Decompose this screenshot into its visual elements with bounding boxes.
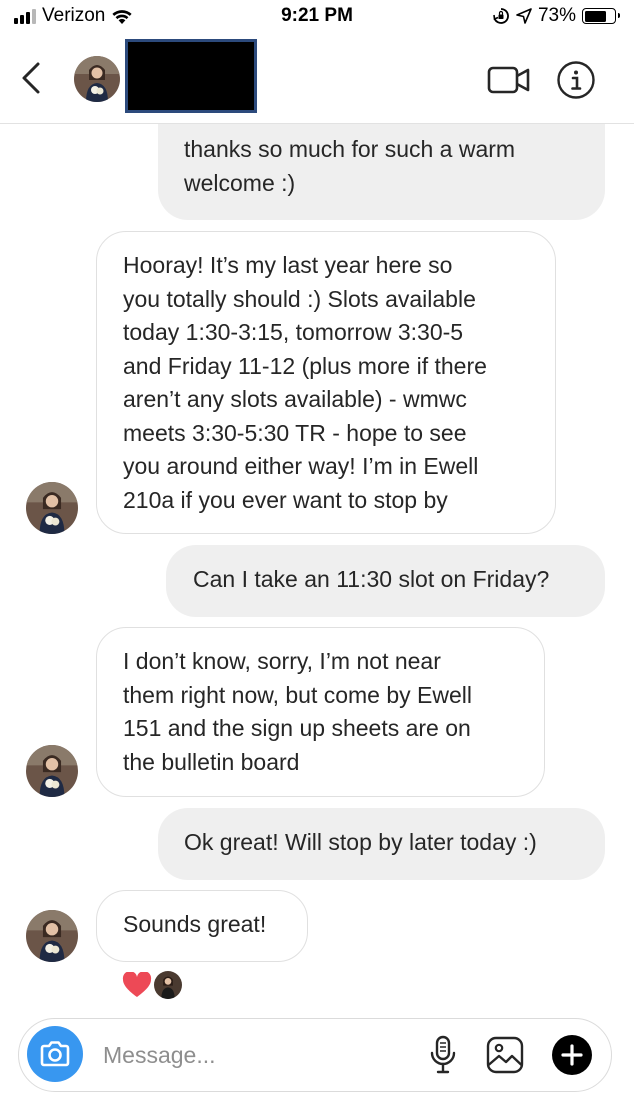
incoming-message-bubble[interactable]: I don’t know, sorry, I’m not near them r… <box>96 627 545 797</box>
location-arrow-icon <box>516 8 532 24</box>
outgoing-message-bubble[interactable]: thanks so much for such a warm welcome :… <box>158 124 605 220</box>
message-text: Hooray! It’s my last year here so you to… <box>123 252 487 513</box>
sender-avatar[interactable] <box>26 745 78 797</box>
message-text: thanks so much for such a warm welcome :… <box>184 136 516 196</box>
plus-circle-icon[interactable] <box>551 1034 593 1076</box>
incoming-message-bubble[interactable]: Hooray! It’s my last year here so you to… <box>96 231 556 534</box>
message-text: I don’t know, sorry, I’m not near them r… <box>123 648 472 775</box>
outgoing-message-bubble[interactable]: Ok great! Will stop by later today :) <box>158 808 605 880</box>
incoming-message-bubble[interactable]: Sounds great! <box>96 890 308 962</box>
heart-icon <box>122 972 152 997</box>
message-thread[interactable]: thanks so much for such a warm welcome :… <box>0 124 634 1014</box>
status-bar: Verizon 9:21 PM 73% <box>0 0 634 34</box>
back-button[interactable] <box>18 60 48 96</box>
camera-icon <box>40 1041 70 1067</box>
sender-avatar[interactable] <box>26 482 78 534</box>
microphone-icon[interactable] <box>429 1035 457 1075</box>
battery-percent: 73% <box>537 5 576 26</box>
outgoing-message-bubble[interactable]: Can I take an 11:30 slot on Friday? <box>166 545 605 617</box>
info-icon[interactable] <box>556 60 596 100</box>
message-text: Ok great! Will stop by later today :) <box>184 829 537 855</box>
camera-button[interactable] <box>27 1026 83 1082</box>
message-composer <box>18 1018 612 1092</box>
message-reactions[interactable] <box>122 971 182 999</box>
orientation-lock-icon <box>493 8 509 24</box>
battery-icon <box>582 8 620 24</box>
contact-name-redacted[interactable] <box>125 39 257 113</box>
chat-header <box>0 34 634 124</box>
sender-avatar[interactable] <box>26 910 78 962</box>
contact-avatar[interactable] <box>74 56 120 102</box>
status-right: 73% <box>492 5 620 27</box>
message-text: Sounds great! <box>123 911 267 937</box>
message-input[interactable] <box>103 1037 403 1073</box>
video-call-icon[interactable] <box>486 62 532 98</box>
message-text: Can I take an 11:30 slot on Friday? <box>193 566 550 592</box>
reactor-avatar <box>154 971 182 999</box>
gallery-icon[interactable] <box>485 1035 525 1075</box>
